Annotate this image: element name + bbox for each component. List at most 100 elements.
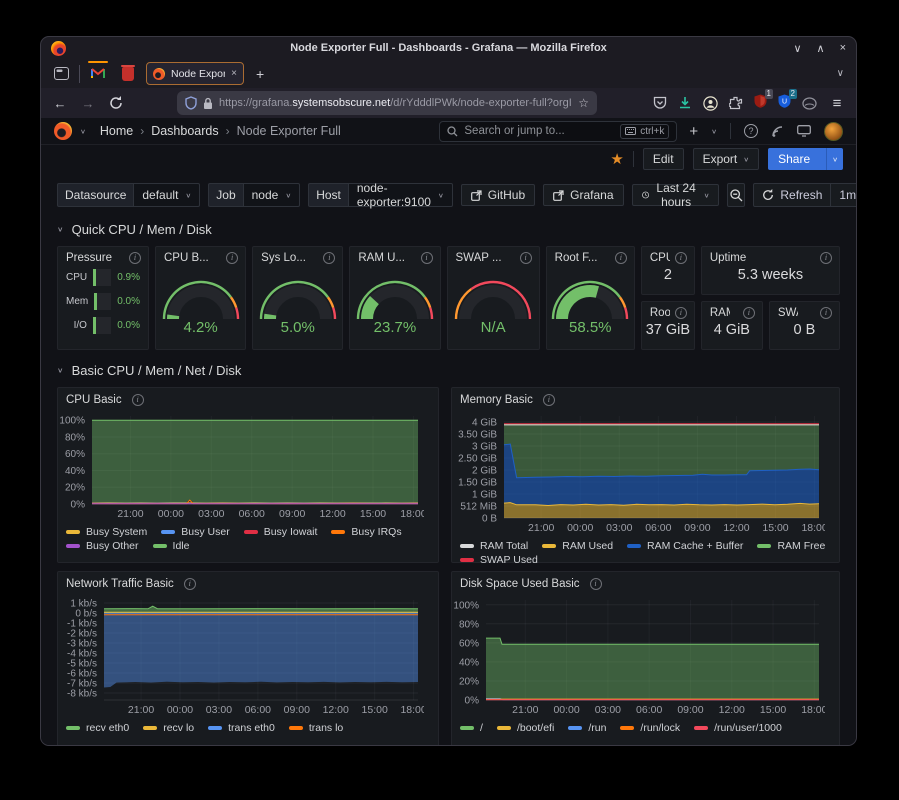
info-icon[interactable]: i bbox=[590, 578, 602, 590]
legend-item[interactable]: recv eth0 bbox=[66, 722, 129, 734]
url-bar[interactable]: https://grafana.systemsobscure.net/d/rYd… bbox=[177, 91, 597, 115]
legend-item[interactable]: SWAP Used bbox=[460, 554, 538, 566]
legend-item[interactable]: trans eth0 bbox=[208, 722, 275, 734]
info-icon[interactable]: i bbox=[132, 394, 144, 406]
memory-basic-chart[interactable]: 0 B512 MiB1 GiB1.50 GiB2 GiB2.50 GiB3 Gi… bbox=[452, 408, 839, 539]
legend-item[interactable]: Busy System bbox=[66, 526, 147, 538]
legend-item[interactable]: RAM Cache + Buffer bbox=[627, 540, 743, 552]
info-icon[interactable]: i bbox=[421, 252, 433, 264]
legend-item[interactable]: Busy IRQs bbox=[331, 526, 401, 538]
legend-item[interactable]: recv lo bbox=[143, 722, 194, 734]
minimize-button[interactable]: ∨ bbox=[793, 42, 801, 55]
legend-item[interactable]: /run bbox=[568, 722, 606, 734]
refresh-interval-dropdown[interactable]: 1m ∨ bbox=[830, 184, 857, 206]
account-icon[interactable] bbox=[703, 96, 718, 111]
info-icon[interactable]: i bbox=[820, 252, 832, 264]
bitwarden-extension[interactable]: U 2 bbox=[778, 94, 791, 113]
search-input[interactable]: Search or jump to... ctrl+k bbox=[439, 121, 677, 142]
pinned-tab-gmail[interactable] bbox=[86, 63, 110, 85]
network-traffic-chart[interactable]: 1 kb/s0 b/s-1 kb/s-2 kb/s-3 kb/s-4 kb/s-… bbox=[58, 592, 438, 721]
panel-title[interactable]: CPU Basic bbox=[66, 394, 122, 406]
legend-item[interactable]: /run/lock bbox=[620, 722, 680, 734]
legend-item[interactable]: /boot/efi bbox=[497, 722, 554, 734]
tab-active[interactable]: Node Exporter Full - Dashbo × bbox=[146, 62, 244, 85]
datasource-picker[interactable]: Datasource default∨ bbox=[57, 183, 200, 207]
cpu-basic-chart[interactable]: 0%20%40%60%80%100%21:0000:0003:0006:0009… bbox=[58, 408, 438, 525]
legend-item[interactable]: Idle bbox=[153, 540, 190, 552]
panel-title[interactable]: RAM U... bbox=[358, 252, 405, 264]
info-icon[interactable]: i bbox=[615, 252, 627, 264]
time-range-picker[interactable]: Last 24 hours ∨ bbox=[632, 184, 720, 206]
breadcrumb-dashboards[interactable]: Dashboards bbox=[151, 124, 218, 138]
reload-button[interactable] bbox=[107, 96, 125, 110]
job-picker[interactable]: Job node∨ bbox=[208, 183, 300, 207]
info-icon[interactable]: i bbox=[743, 307, 755, 319]
org-switcher-caret-icon[interactable]: ∨ bbox=[80, 127, 86, 134]
close-button[interactable]: × bbox=[840, 42, 846, 55]
host-picker[interactable]: Host node-exporter:9100∨ bbox=[308, 183, 453, 207]
panel-title[interactable]: CPU B... bbox=[164, 252, 209, 264]
maximize-button[interactable]: ∧ bbox=[817, 42, 825, 55]
panel-title[interactable]: Disk Space Used Basic bbox=[460, 578, 580, 590]
refresh-button[interactable]: Refresh bbox=[754, 184, 830, 206]
legend-item[interactable]: Busy Other bbox=[66, 540, 139, 552]
firefox-view-button[interactable] bbox=[49, 64, 73, 84]
breadcrumb-home[interactable]: Home bbox=[100, 124, 133, 138]
info-icon[interactable]: i bbox=[129, 252, 141, 264]
edit-button[interactable]: Edit bbox=[643, 148, 684, 170]
panel-title[interactable]: Root F... bbox=[555, 252, 598, 264]
legend-item[interactable]: trans lo bbox=[289, 722, 343, 734]
legend-item[interactable]: RAM Used bbox=[542, 540, 613, 552]
zoom-out-button[interactable] bbox=[727, 183, 745, 207]
export-button[interactable]: Export∨ bbox=[693, 148, 760, 170]
info-icon[interactable]: i bbox=[184, 578, 196, 590]
forward-button[interactable]: → bbox=[79, 96, 97, 111]
list-tabs-button[interactable]: ∨ bbox=[837, 68, 848, 79]
tracking-shield-icon[interactable] bbox=[185, 96, 197, 110]
pinned-tab-app[interactable] bbox=[116, 63, 140, 85]
info-icon[interactable]: i bbox=[323, 252, 335, 264]
help-icon[interactable]: ? bbox=[744, 124, 758, 138]
grafana-link-button[interactable]: Grafana bbox=[543, 184, 623, 206]
lock-icon[interactable] bbox=[203, 97, 213, 110]
info-icon[interactable]: i bbox=[675, 252, 687, 264]
add-new-caret-icon[interactable]: ∨ bbox=[711, 127, 717, 134]
disk-space-chart[interactable]: 0%20%40%60%80%100%21:0000:0003:0006:0009… bbox=[452, 592, 839, 721]
legend-item[interactable]: /run/user/1000 bbox=[694, 722, 782, 734]
panel-title[interactable]: SWAP ... bbox=[456, 252, 502, 264]
panel-title[interactable]: Pressure bbox=[66, 252, 112, 264]
info-icon[interactable]: i bbox=[820, 307, 832, 319]
panel-title[interactable]: Memory Basic bbox=[460, 394, 533, 406]
section-basic-cpu-mem-net-disk[interactable]: ∨ Basic CPU / Mem / Net / Disk bbox=[57, 359, 840, 381]
user-avatar[interactable] bbox=[824, 122, 843, 141]
news-rss-icon[interactable] bbox=[771, 125, 784, 138]
info-icon[interactable]: i bbox=[226, 252, 238, 264]
back-button[interactable]: ← bbox=[51, 96, 69, 111]
legend-item[interactable]: Busy Iowait bbox=[244, 526, 318, 538]
legend-item[interactable]: RAM Total bbox=[460, 540, 528, 552]
github-link-button[interactable]: GitHub bbox=[461, 184, 535, 206]
new-tab-button[interactable]: + bbox=[250, 66, 270, 82]
extensions-puzzle-icon[interactable] bbox=[729, 96, 743, 110]
legend-item[interactable]: RAM Free bbox=[757, 540, 825, 552]
panel-title[interactable]: Sys Lo... bbox=[261, 252, 306, 264]
downloads-icon[interactable] bbox=[678, 96, 692, 110]
info-icon[interactable]: i bbox=[520, 252, 532, 264]
info-icon[interactable]: i bbox=[543, 394, 555, 406]
bookmark-star-icon[interactable]: ☆ bbox=[578, 96, 589, 110]
share-caret-segment[interactable]: ∨ bbox=[826, 148, 843, 170]
grafana-logo-icon[interactable] bbox=[54, 122, 72, 140]
add-new-button[interactable]: + bbox=[689, 123, 698, 140]
menu-hamburger-icon[interactable]: ≡ bbox=[828, 95, 846, 112]
ublock-extension[interactable]: 1 bbox=[754, 94, 767, 113]
info-icon[interactable]: i bbox=[675, 307, 687, 319]
legend-item[interactable]: Busy User bbox=[161, 526, 229, 538]
legend-item[interactable]: / bbox=[460, 722, 483, 734]
monitor-icon[interactable] bbox=[797, 125, 811, 137]
tab-close-icon[interactable]: × bbox=[231, 68, 237, 79]
panel-title[interactable]: Network Traffic Basic bbox=[66, 578, 174, 590]
pocket-icon[interactable] bbox=[653, 96, 667, 110]
containers-icon[interactable] bbox=[802, 97, 817, 110]
share-button[interactable]: Share ∨ bbox=[768, 148, 843, 170]
section-quick-cpu-mem-disk[interactable]: ∨ Quick CPU / Mem / Disk bbox=[57, 218, 840, 240]
